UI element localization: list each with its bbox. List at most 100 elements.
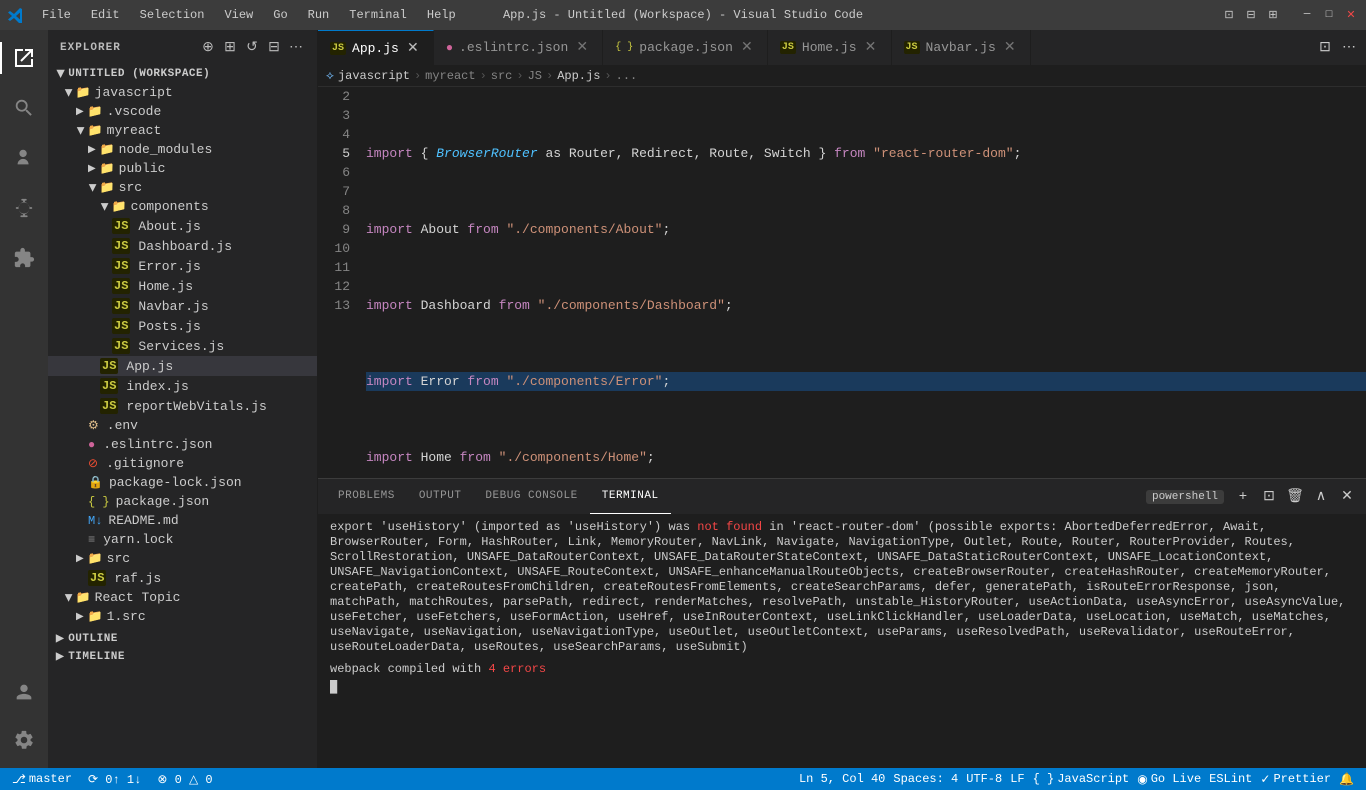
kill-terminal-button[interactable]: 🗑 [1284,486,1306,508]
refresh-button[interactable]: ↺ [243,39,261,57]
search-activity-icon[interactable] [0,84,48,132]
terminal-tabs: PROBLEMS OUTPUT DEBUG CONSOLE TERMINAL p… [318,479,1366,514]
debug-activity-icon[interactable] [0,184,48,232]
eslint-status[interactable]: ESLint [1205,768,1256,790]
go-live-status[interactable]: ◉ Go Live [1133,768,1205,790]
maximize-terminal-button[interactable]: ∧ [1310,486,1332,508]
menu-go[interactable]: Go [265,6,295,24]
outline-section[interactable]: ▶ OUTLINE [48,630,317,648]
encoding-status[interactable]: UTF-8 [962,768,1006,790]
tree-item-gitignore[interactable]: ⊘ .gitignore [48,454,317,473]
layout3-icon[interactable]: ⊞ [1266,8,1280,22]
new-folder-button[interactable]: ⊞ [221,39,239,57]
tree-item-node-modules[interactable]: ▶ 📁 node_modules [48,140,317,159]
tab-homejs[interactable]: JS Home.js ✕ [768,30,892,65]
tree-item-rafjs[interactable]: JS raf.js [48,568,317,588]
breadcrumb-js[interactable]: JS [528,69,542,83]
timeline-section[interactable]: ▶ TIMELINE [48,648,317,666]
tree-item-javascript[interactable]: ▶ 📁 javascript [48,83,317,102]
tree-item-appjs[interactable]: JS App.js [48,356,317,376]
minimize-button[interactable]: ─ [1300,8,1314,22]
output-tab[interactable]: OUTPUT [407,479,474,514]
menu-file[interactable]: File [34,6,79,24]
breadcrumb-src[interactable]: src [491,69,513,83]
source-control-activity-icon[interactable] [0,134,48,182]
code-content[interactable]: import { BrowserRouter as Router, Redire… [358,87,1366,478]
tree-item-services[interactable]: JS Services.js [48,336,317,356]
more-actions-button[interactable]: ⋯ [287,39,305,57]
tree-item-dashboard[interactable]: JS Dashboard.js [48,236,317,256]
git-branch-status[interactable]: ⎇ master [8,768,76,790]
tab-homejs-close[interactable]: ✕ [863,40,879,56]
account-activity-icon[interactable] [0,668,48,716]
explorer-activity-icon[interactable] [0,34,48,82]
tab-navbarjs-close[interactable]: ✕ [1002,40,1018,56]
tree-item-posts[interactable]: JS Posts.js [48,316,317,336]
menu-help[interactable]: Help [419,6,464,24]
layout2-icon[interactable]: ⊟ [1244,8,1258,22]
maximize-button[interactable]: □ [1322,8,1336,22]
terminal-content[interactable]: export 'useHistory' (imported as 'useHis… [318,514,1366,768]
tree-item-src[interactable]: ▶ 📁 src [48,178,317,197]
terminal-tab[interactable]: TERMINAL [590,479,671,514]
menu-terminal[interactable]: Terminal [341,6,415,24]
menu-run[interactable]: Run [300,6,338,24]
split-terminal-button[interactable]: ⊡ [1258,486,1280,508]
collapse-all-button[interactable]: ⊟ [265,39,283,57]
language-status[interactable]: { } JavaScript [1029,768,1134,790]
extensions-activity-icon[interactable] [0,234,48,282]
sync-label: ⟳ 0↑ 1↓ [88,772,141,787]
settings-activity-icon[interactable] [0,716,48,764]
sync-status[interactable]: ⟳ 0↑ 1↓ [84,768,145,790]
bell-status[interactable]: 🔔 [1335,768,1358,790]
tree-item-1src[interactable]: ▶ 📁 1.src [48,607,317,626]
menu-view[interactable]: View [216,6,261,24]
tree-item-myreact[interactable]: ▶ 📁 myreact [48,121,317,140]
tree-item-indexjs[interactable]: JS index.js [48,376,317,396]
menu-selection[interactable]: Selection [132,6,213,24]
tree-item-components[interactable]: ▶ 📁 components [48,197,317,216]
tree-item-error[interactable]: JS Error.js [48,256,317,276]
split-editor-button[interactable]: ⊡ [1314,37,1336,59]
tree-item-env[interactable]: ⚙ .env [48,416,317,435]
breadcrumb-javascript[interactable]: javascript [338,69,410,83]
tree-item-yarnlock[interactable]: ≡ yarn.lock [48,530,317,549]
tree-item-src2[interactable]: ▶ 📁 src [48,549,317,568]
problems-tab[interactable]: PROBLEMS [326,479,407,514]
tree-item-about[interactable]: JS About.js [48,216,317,236]
tree-item-vscode[interactable]: ▶ 📁 .vscode [48,102,317,121]
tab-navbarjs[interactable]: JS Navbar.js ✕ [892,30,1031,65]
new-terminal-button[interactable]: + [1232,486,1254,508]
tab-appjs[interactable]: JS App.js ✕ [318,30,434,65]
prettier-status[interactable]: ✓ Prettier [1256,768,1335,790]
tab-eslintrc[interactable]: ● .eslintrc.json ✕ [434,30,603,65]
tree-item-eslintrc[interactable]: ● .eslintrc.json [48,435,317,454]
new-file-button[interactable]: ⊕ [199,39,217,57]
more-tabs-button[interactable]: ⋯ [1338,37,1360,59]
breadcrumb-appjs[interactable]: App.js [557,69,600,83]
tab-packagejson[interactable]: { } package.json ✕ [603,30,768,65]
eol-status[interactable]: LF [1006,768,1028,790]
workspace-header[interactable]: ▶ UNTITLED (WORKSPACE) [48,65,317,83]
errors-status[interactable]: ⊗ 0 △ 0 [153,768,216,790]
close-terminal-button[interactable]: ✕ [1336,486,1358,508]
tree-item-navbar[interactable]: JS Navbar.js [48,296,317,316]
spaces-status[interactable]: Spaces: 4 [889,768,962,790]
close-button[interactable]: ✕ [1344,8,1358,22]
tree-item-readme[interactable]: M↓ README.md [48,511,317,530]
layout-icon[interactable]: ⊡ [1222,8,1236,22]
debug-console-tab[interactable]: DEBUG CONSOLE [473,479,589,514]
breadcrumb-dots[interactable]: ... [616,69,638,83]
tree-item-public[interactable]: ▶ 📁 public [48,159,317,178]
tree-item-packagejson[interactable]: { } package.json [48,492,317,511]
tree-item-package-lock[interactable]: 🔒 package-lock.json [48,473,317,492]
breadcrumb-myreact[interactable]: myreact [425,69,475,83]
tab-appjs-close[interactable]: ✕ [405,40,421,56]
tab-eslintrc-close[interactable]: ✕ [574,40,590,56]
tree-item-reportwebvitals[interactable]: JS reportWebVitals.js [48,396,317,416]
tree-item-react-topic[interactable]: ▶ 📁 React Topic [48,588,317,607]
menu-edit[interactable]: Edit [83,6,128,24]
line-col-status[interactable]: Ln 5, Col 40 [795,768,889,790]
tree-item-home[interactable]: JS Home.js [48,276,317,296]
tab-packagejson-close[interactable]: ✕ [739,40,755,56]
